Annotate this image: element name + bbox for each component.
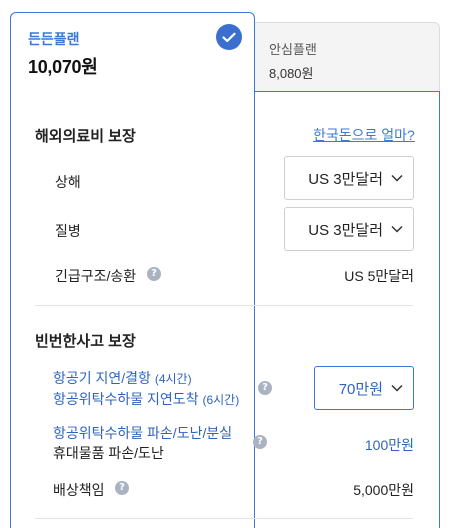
chevron-down-icon <box>391 384 403 392</box>
help-icon[interactable]: ? <box>253 435 267 449</box>
baggage-delay-label: 항공위탁수하물 지연도착 <box>53 391 199 407</box>
chevron-down-icon <box>391 225 403 233</box>
illness-select[interactable]: US 3만달러 <box>284 207 414 251</box>
section-title-frequent: 빈번한사고 보장 <box>35 333 136 350</box>
plan-price: 8,080원 <box>269 66 314 81</box>
section-title-medical: 해외의료비 보장 <box>35 128 136 145</box>
delay-select[interactable]: 70만원 <box>314 366 414 410</box>
injury-select[interactable]: US 3만달러 <box>284 156 414 200</box>
check-icon <box>216 24 242 50</box>
section-divider <box>35 518 413 519</box>
rescue-label: 긴급구조/송환 <box>55 268 137 284</box>
plan-price: 10,070원 <box>28 57 98 77</box>
injury-label: 상해 <box>55 174 81 190</box>
damage-value: 100만원 <box>364 437 414 453</box>
baggage-damage-label: 항공위탁수하물 파손/도난/분실 <box>53 425 233 441</box>
delay-label: 항공기 지연/결항 (4시간) 항공위탁수하물 지연도착 (6시간) <box>53 368 239 410</box>
injury-value: US 3만달러 <box>308 170 383 188</box>
flight-delay-label: 항공기 지연/결항 <box>53 370 151 386</box>
delay-value: 70만원 <box>338 380 383 398</box>
liability-label: 배상책임 <box>53 482 105 498</box>
baggage-delay-note: (6시간) <box>202 393 240 407</box>
illness-value: US 3만달러 <box>308 221 383 239</box>
help-icon[interactable]: ? <box>147 267 161 281</box>
rescue-value: US 5만달러 <box>344 268 414 284</box>
belongings-damage-label: 휴대물품 파손/도난 <box>53 445 164 461</box>
help-icon[interactable]: ? <box>115 481 129 495</box>
help-icon[interactable]: ? <box>258 381 272 395</box>
plan-name: 안심플랜 <box>269 42 317 57</box>
plan-tab-ansim[interactable]: 안심플랜 8,080원 <box>255 22 440 92</box>
chevron-down-icon <box>391 174 403 182</box>
illness-label: 질병 <box>55 223 81 239</box>
plan-name: 든든플랜 <box>28 31 80 47</box>
damage-label: 항공위탁수하물 파손/도난/분실 휴대물품 파손/도난 <box>53 423 232 463</box>
flight-delay-note: (4시간) <box>154 372 192 386</box>
krw-conversion-link[interactable]: 한국돈으로 얼마? <box>313 125 415 145</box>
liability-value: 5,000만원 <box>353 482 414 498</box>
section-divider <box>35 305 413 306</box>
